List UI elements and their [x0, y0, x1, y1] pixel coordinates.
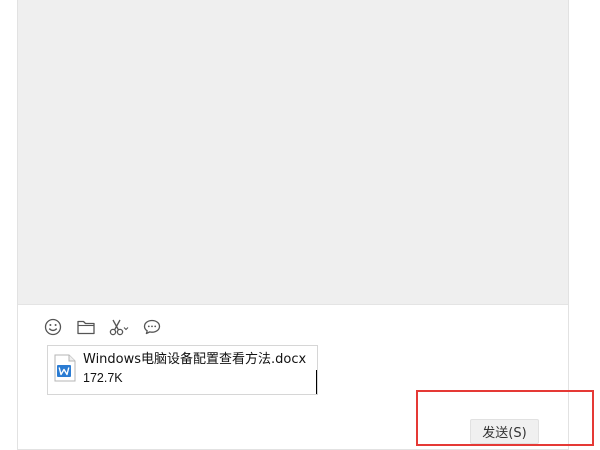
word-doc-icon — [54, 354, 76, 382]
compose-toolbar — [42, 316, 174, 338]
folder-icon — [77, 320, 95, 335]
file-attachment-card[interactable]: Windows电脑设备配置查看方法.docx 172.7K — [47, 345, 318, 395]
chat-window: Windows电脑设备配置查看方法.docx 172.7K 发送(S) — [17, 0, 569, 450]
chat-bubble-icon — [143, 319, 161, 335]
screenshot-button[interactable] — [108, 316, 130, 338]
text-cursor — [316, 370, 317, 394]
chat-history-area[interactable] — [18, 0, 568, 305]
emoji-button[interactable] — [42, 316, 64, 338]
file-info: Windows电脑设备配置查看方法.docx 172.7K — [83, 351, 306, 387]
emoji-icon — [44, 318, 62, 336]
file-size: 172.7K — [83, 371, 123, 385]
message-input-area[interactable]: Windows电脑设备配置查看方法.docx 172.7K 发送(S) — [18, 340, 568, 448]
scissors-icon — [109, 319, 129, 336]
send-button[interactable]: 发送(S) — [470, 419, 539, 444]
file-name: Windows电脑设备配置查看方法.docx — [83, 352, 307, 367]
send-file-button[interactable] — [75, 316, 97, 338]
chat-history-button[interactable] — [141, 316, 163, 338]
